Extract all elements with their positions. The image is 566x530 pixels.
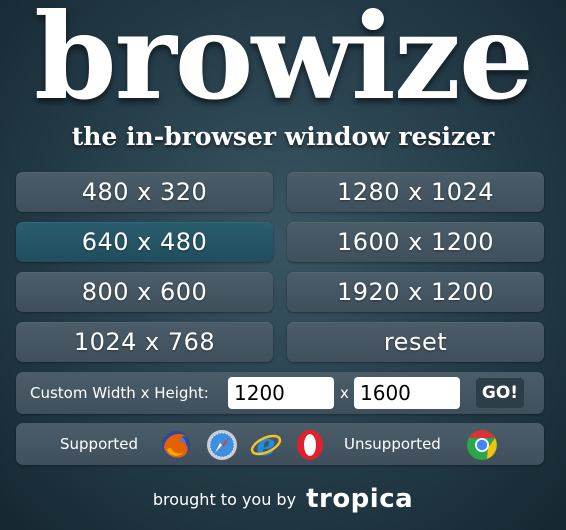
custom-width-input[interactable]: [228, 377, 334, 409]
opera-icon: [293, 428, 327, 462]
tropica-logo-link[interactable]: tropica: [306, 484, 413, 514]
browser-support-bar: Supported e Unsupported: [16, 423, 544, 465]
app-subtitle: the in-browser window resizer: [71, 122, 495, 151]
firefox-icon: [159, 428, 193, 462]
custom-height-input[interactable]: [354, 377, 460, 409]
go-button[interactable]: GO!: [476, 378, 524, 408]
svg-text:e: e: [256, 428, 275, 462]
resolution-button-800x600[interactable]: 800 x 600: [16, 272, 273, 312]
reset-button[interactable]: reset: [287, 322, 544, 362]
resolution-button-1920x1200[interactable]: 1920 x 1200: [287, 272, 544, 312]
footer: brought to you by tropica: [0, 482, 566, 516]
custom-size-bar: Custom Width x Height: x GO!: [16, 372, 544, 414]
resolution-button-480x320[interactable]: 480 x 320: [16, 172, 273, 212]
resolution-button-1024x768[interactable]: 1024 x 768: [16, 322, 273, 362]
resolution-grid: 480 x 320 1280 x 1024 640 x 480 1600 x 1…: [16, 172, 544, 362]
dimension-separator: x: [340, 384, 349, 402]
custom-size-label: Custom Width x Height:: [30, 384, 209, 402]
app-title: browize: [34, 0, 534, 126]
supported-label: Supported: [60, 435, 139, 453]
unsupported-label: Unsupported: [344, 435, 441, 453]
safari-icon: [205, 428, 239, 462]
footer-text: brought to you by: [152, 489, 297, 509]
resolution-button-1280x1024[interactable]: 1280 x 1024: [287, 172, 544, 212]
chrome-icon: [465, 428, 499, 462]
resolution-button-640x480[interactable]: 640 x 480: [16, 222, 273, 262]
resolution-button-1600x1200[interactable]: 1600 x 1200: [287, 222, 544, 262]
internet-explorer-icon: e: [249, 428, 283, 463]
